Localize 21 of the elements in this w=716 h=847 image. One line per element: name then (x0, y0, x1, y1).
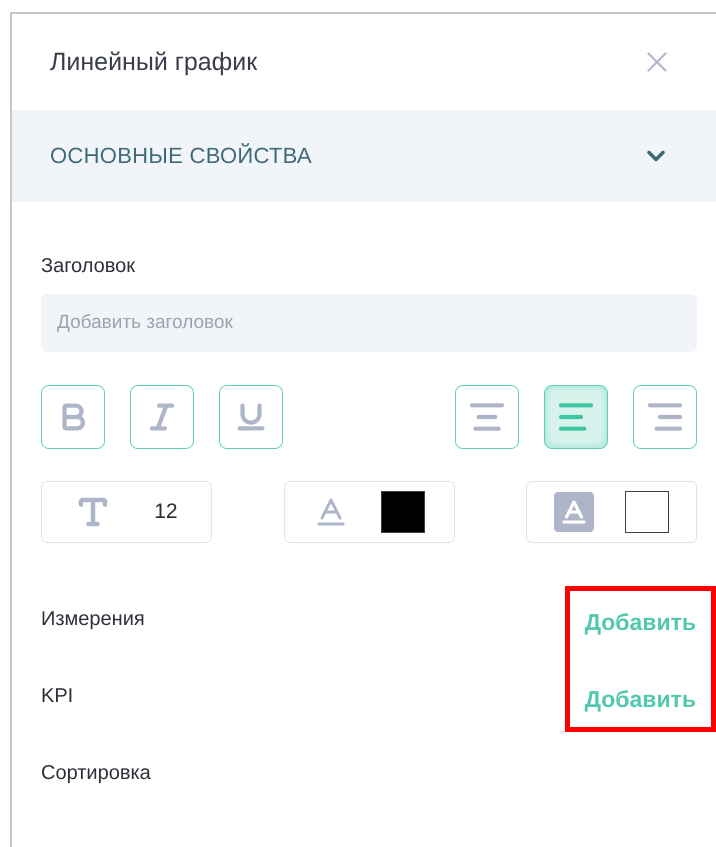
bold-button[interactable] (41, 385, 105, 449)
title-input[interactable]: Добавить заголовок (41, 294, 697, 352)
background-color-control[interactable] (526, 481, 697, 543)
section-title: ОСНОВНЫЕ СВОЙСТВА (50, 143, 312, 169)
background-color-icon (554, 492, 594, 532)
panel-title: Линейный график (50, 48, 258, 76)
field-label: Заголовок (41, 254, 136, 279)
align-left-button[interactable] (544, 385, 608, 449)
italic-button[interactable] (130, 385, 194, 449)
row-label: Измерения (41, 607, 146, 632)
font-size-value: 12 (154, 500, 178, 524)
text-color-control[interactable] (284, 481, 454, 543)
section-header[interactable]: ОСНОВНЫЕ СВОЙСТВА (12, 110, 716, 202)
color-swatch[interactable] (381, 491, 426, 533)
row-label: KPI (41, 684, 74, 709)
row-label: Сортировка (41, 761, 151, 786)
underline-button[interactable] (219, 385, 283, 449)
color-swatch[interactable] (624, 491, 669, 533)
font-size-control[interactable]: 12 (41, 481, 212, 543)
align-center-button[interactable] (455, 385, 519, 449)
align-right-button[interactable] (633, 385, 697, 449)
